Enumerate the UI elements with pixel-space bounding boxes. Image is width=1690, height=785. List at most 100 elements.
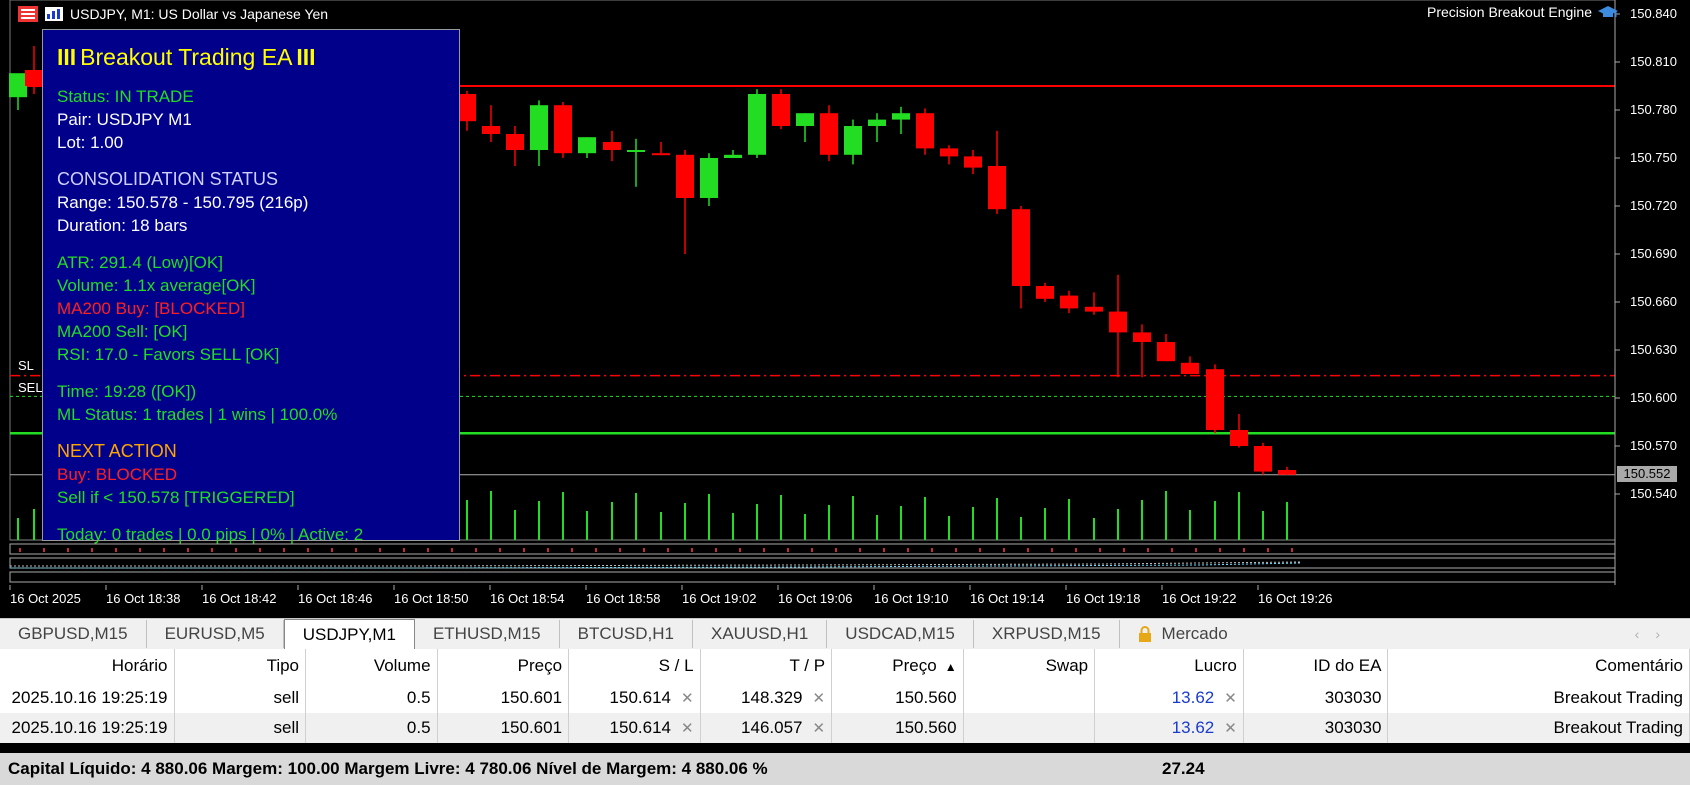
col-header-current-price[interactable]: Preço ▲ [831, 649, 964, 683]
candle-body [988, 166, 1006, 210]
brand-name: Precision Breakout Engine [1427, 4, 1592, 20]
price-tick-label: 150.570 [1630, 438, 1677, 453]
candle-body [1085, 306, 1103, 312]
cell-comment: Breakout Trading [1387, 713, 1690, 743]
col-header-label: Preço [892, 656, 937, 675]
time-tick-label: 16 Oct 19:14 [970, 591, 1045, 606]
time-tick-label: 16 Oct 18:50 [394, 591, 469, 606]
lock-icon [1138, 626, 1151, 642]
candle-body [1133, 332, 1151, 342]
tab-xrpusd[interactable]: XRPUSD,M15 [974, 620, 1120, 648]
total-profit: 27.24 [1162, 759, 1205, 778]
col-header-time[interactable]: Horário [0, 649, 175, 683]
remove-sl-icon[interactable]: ✕ [681, 720, 694, 737]
time-tick-label: 16 Oct 19:18 [1066, 591, 1141, 606]
chart-menu-icon[interactable] [18, 6, 38, 22]
ea-ml-status: ML Status: 1 trades | 1 wins | 100.0% [57, 405, 338, 424]
candle-body [868, 119, 886, 126]
cell-sl: 150.614 ✕ [568, 713, 701, 743]
tab-gbpusd[interactable]: GBPUSD,M15 [0, 620, 147, 648]
brand-label: Precision Breakout Engine [1427, 4, 1618, 20]
close-position-icon[interactable]: ✕ [1224, 690, 1237, 707]
account-summary: Capital Líquido: 4 880.06 Margem: 100.00… [8, 759, 768, 778]
cell-price: 150.601 [437, 713, 570, 743]
cell-tp: 148.329 ✕ [700, 683, 833, 713]
tab-eurusd[interactable]: EURUSD,M5 [147, 620, 284, 648]
remove-tp-icon[interactable]: ✕ [813, 690, 826, 707]
tab-scroll-arrows[interactable]: ‹› [1635, 626, 1690, 642]
candle-body [1157, 342, 1175, 362]
time-tick-label: 16 Oct 18:58 [586, 591, 661, 606]
price-tick-label: 150.690 [1630, 246, 1677, 261]
cell-sl: 150.614 ✕ [568, 683, 701, 713]
ea-today-summary: Today: 0 trades | 0.0 pips | 0% | Active… [57, 525, 364, 544]
candle-body [1254, 446, 1272, 472]
col-header-sl[interactable]: S / L [568, 649, 701, 683]
tab-label: USDJPY,M1 [302, 624, 396, 644]
col-header-price[interactable]: Preço [437, 649, 570, 683]
ea-atr: ATR: 291.4 (Low)[OK] [57, 253, 223, 272]
price-tick-label: 150.810 [1630, 54, 1677, 69]
cell-value: 148.329 [741, 688, 803, 707]
cell-value: 150.614 [609, 688, 671, 707]
cell-value: 13.62 [1171, 688, 1215, 707]
ea-lot: Lot: 1.00 [57, 133, 124, 152]
ea-pair: Pair: USDJPY M1 [57, 110, 192, 129]
ea-ma200-sell: MA200 Sell: [OK] [57, 322, 188, 341]
time-tick-label: 16 Oct 18:46 [298, 591, 373, 606]
remove-sl-icon[interactable]: ✕ [681, 690, 694, 707]
ea-rsi: RSI: 17.0 - Favors SELL [OK] [57, 345, 280, 364]
candle-body [892, 113, 910, 120]
tab-usdcad[interactable]: USDCAD,M15 [827, 620, 974, 648]
cell-tp: 146.057 ✕ [700, 713, 833, 743]
tab-usdjpy[interactable]: USDJPY,M1 [283, 618, 415, 650]
candle-body [554, 105, 572, 154]
price-tick-label: 150.540 [1630, 486, 1677, 501]
candle-body [1012, 209, 1030, 286]
trade-table: Horário Tipo Volume Preço S / L T / P Pr… [0, 649, 1690, 743]
tab-mercado[interactable]: Mercado [1120, 620, 1246, 648]
price-tick-label: 150.780 [1630, 102, 1677, 117]
col-header-swap[interactable]: Swap [963, 649, 1096, 683]
tab-label: Mercado [1161, 624, 1228, 643]
table-row[interactable]: 2025.10.16 19:25:19 sell 0.5 150.601 150… [0, 683, 1690, 713]
col-header-comment[interactable]: Comentário [1387, 649, 1690, 683]
table-row[interactable]: 2025.10.16 19:25:19 sell 0.5 150.601 150… [0, 713, 1690, 743]
candle-body [844, 126, 862, 155]
candle-body [1060, 295, 1078, 309]
cell-time: 2025.10.16 19:25:19 [0, 683, 175, 713]
col-header-type[interactable]: Tipo [174, 649, 307, 683]
cell-volume: 0.5 [305, 713, 438, 743]
ea-time: Time: 19:28 ([OK]) [57, 382, 197, 401]
ea-duration: Duration: 18 bars [57, 216, 188, 235]
candle-body [748, 94, 766, 155]
col-header-profit[interactable]: Lucro [1094, 649, 1244, 683]
sell-line-label: SEL [18, 380, 43, 395]
cell-time: 2025.10.16 19:25:19 [0, 713, 175, 743]
cell-type: sell [174, 683, 307, 713]
chart-area[interactable]: USDJPY, M1: US Dollar vs Japanese Yen Pr… [0, 0, 1690, 618]
candle-body [1206, 369, 1224, 430]
remove-tp-icon[interactable]: ✕ [813, 720, 826, 737]
candle-body [627, 150, 645, 152]
candle-body [578, 137, 596, 154]
tab-ethusd[interactable]: ETHUSD,M15 [415, 620, 560, 648]
col-header-ea-id[interactable]: ID do EA [1243, 649, 1389, 683]
time-tick-label: 16 Oct 18:42 [202, 591, 277, 606]
next-action-heading: NEXT ACTION [57, 441, 177, 461]
tab-xauusd[interactable]: XAUUSD,H1 [693, 620, 828, 648]
close-position-icon[interactable]: ✕ [1224, 720, 1237, 737]
ea-title-mark-left: III [57, 44, 77, 70]
ea-panel-title: III Breakout Trading EA III [57, 44, 445, 71]
time-tick-label: 16 Oct 2025 [10, 591, 81, 606]
col-header-volume[interactable]: Volume [305, 649, 438, 683]
chart-window-icon[interactable] [44, 6, 64, 22]
col-header-tp[interactable]: T / P [700, 649, 833, 683]
cell-value: 146.057 [741, 718, 803, 737]
cell-price: 150.601 [437, 683, 570, 713]
tab-btcusd[interactable]: BTCUSD,H1 [560, 620, 693, 648]
candle-body [1181, 362, 1199, 374]
cell-ea-id: 303030 [1243, 713, 1389, 743]
tab-label: ETHUSD,M15 [432, 624, 541, 643]
candle-body [603, 142, 621, 150]
